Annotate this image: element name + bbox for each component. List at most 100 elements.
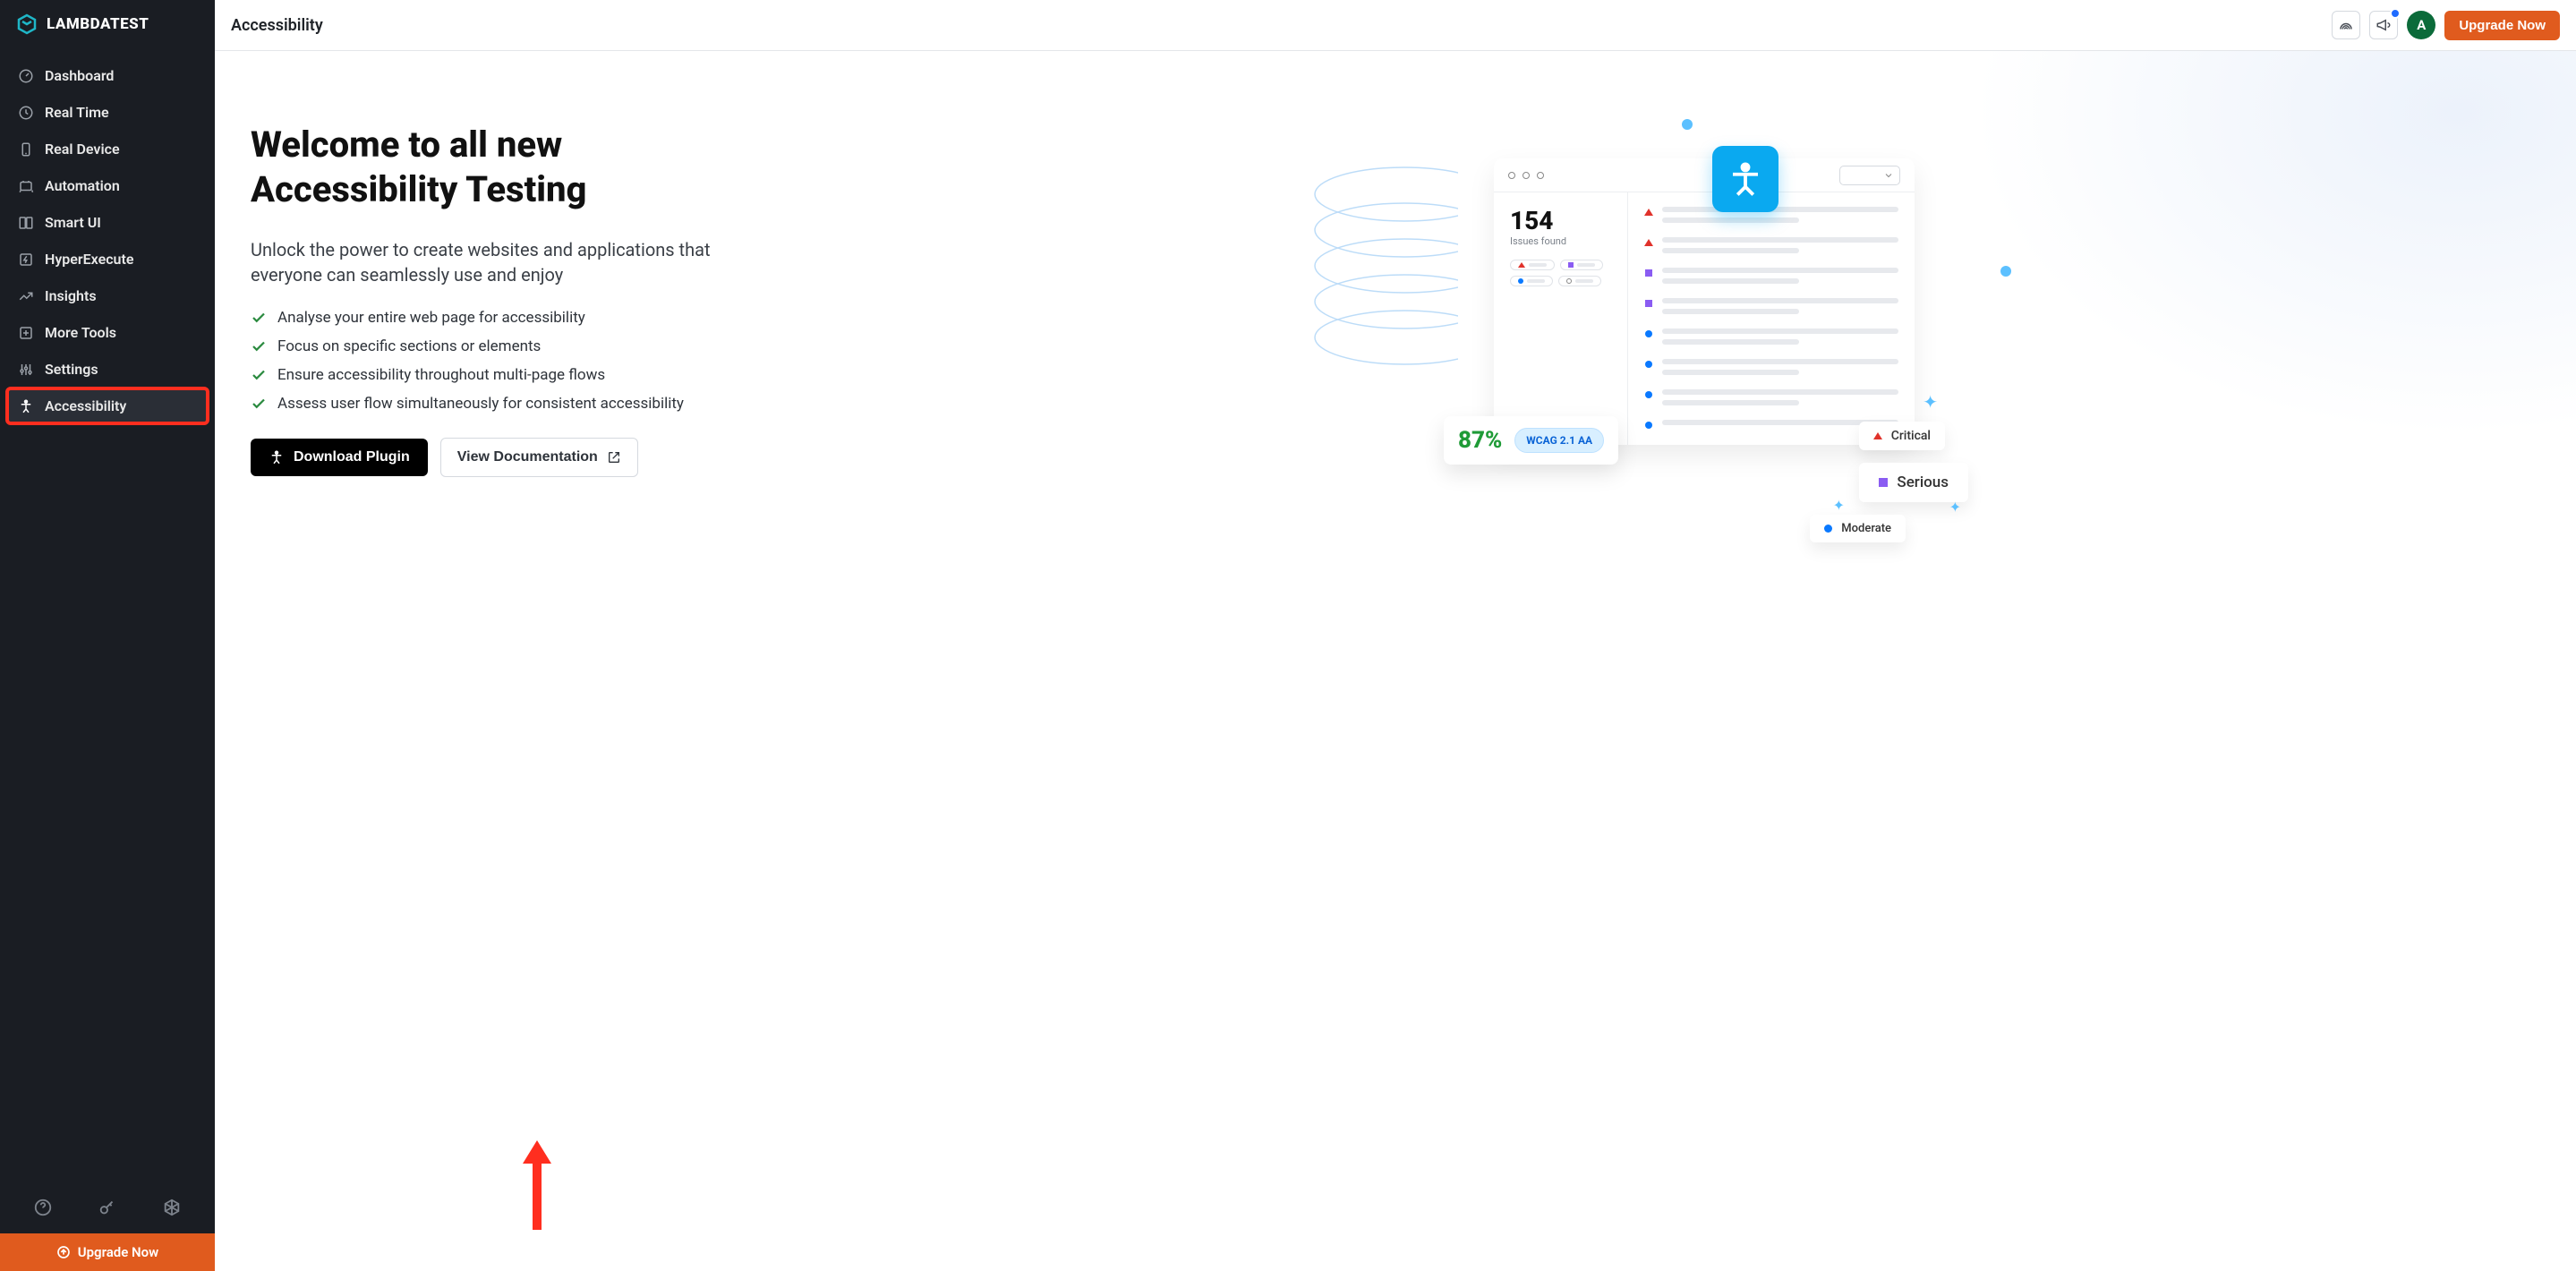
sidebar-footer-icons (0, 1181, 215, 1233)
sidebar-item-realtime[interactable]: Real Time (7, 95, 208, 130)
serious-marker-icon (1879, 478, 1888, 487)
feature-item: Focus on specific sections or elements (251, 337, 734, 355)
avatar[interactable]: A (2407, 11, 2435, 39)
wcag-badge: WCAG 2.1 AA (1514, 428, 1604, 453)
severity-label: Critical (1891, 429, 1931, 443)
feature-text: Ensure accessibility throughout multi-pa… (277, 366, 605, 384)
serious-marker-icon (1644, 269, 1653, 277)
moderate-marker-icon (1644, 422, 1653, 429)
sidebar-item-label: Real Device (45, 141, 120, 158)
secondary-cta-label: View Documentation (457, 449, 598, 465)
sidebar-item-insights[interactable]: Insights (7, 278, 208, 313)
external-link-icon (607, 450, 621, 465)
columns-icon (18, 215, 34, 231)
trend-icon (18, 288, 34, 304)
sidebar-item-label: Dashboard (45, 67, 114, 84)
feature-item: Analyse your entire web page for accessi… (251, 309, 734, 327)
sidebar: LAMBDATEST Dashboard Real Time Real Devi… (0, 0, 215, 1271)
sidebar-item-label: Smart UI (45, 214, 101, 231)
sidebar-item-dashboard[interactable]: Dashboard (7, 58, 208, 93)
preview-card-header (1494, 158, 1915, 192)
header-upgrade-button[interactable]: Upgrade Now (2444, 11, 2560, 40)
critical-marker-icon (1644, 239, 1653, 246)
topbar: Accessibility A Upgrade Now (215, 0, 2576, 51)
automation-icon (18, 178, 34, 194)
feature-text: Analyse your entire web page for accessi… (277, 309, 585, 327)
illustration-column: 154 Issues found 87% WCAG 2.1 AA (770, 51, 2576, 1271)
check-icon (251, 310, 267, 326)
hero-column: Welcome to all new Accessibility Testing… (215, 51, 770, 1271)
score-card: 87% WCAG 2.1 AA (1444, 416, 1618, 465)
announcements-button[interactable] (2369, 11, 2398, 39)
preview-issues-panel (1628, 192, 1915, 445)
sidebar-item-label: HyperExecute (45, 251, 133, 268)
severity-pill-moderate: Moderate (1810, 515, 1906, 542)
sidebar-item-smartui[interactable]: Smart UI (7, 205, 208, 240)
critical-marker-icon (1644, 209, 1653, 216)
feature-text: Assess user flow simultaneously for cons… (277, 395, 684, 413)
rainbow-icon (2338, 17, 2354, 33)
plus-square-icon (18, 325, 34, 341)
download-plugin-button[interactable]: Download Plugin (251, 439, 428, 476)
sidebar-upgrade-label: Upgrade Now (78, 1244, 158, 1260)
cta-row: Download Plugin View Documentation (251, 438, 734, 477)
check-icon (251, 367, 267, 383)
feature-text: Focus on specific sections or elements (277, 337, 541, 355)
key-icon[interactable] (98, 1198, 117, 1217)
sidebar-item-settings[interactable]: Settings (7, 352, 208, 387)
chevron-down-icon (1883, 170, 1894, 181)
feature-item: Ensure accessibility throughout multi-pa… (251, 366, 734, 384)
sidebar-nav: Dashboard Real Time Real Device Automati… (0, 51, 215, 1181)
bolt-icon (18, 252, 34, 268)
serious-marker-icon (1644, 300, 1653, 307)
moderate-marker-icon (1644, 391, 1653, 398)
help-icon[interactable] (33, 1198, 53, 1217)
preview-summary-panel: 154 Issues found 87% WCAG 2.1 AA (1494, 192, 1628, 445)
sidebar-upgrade-button[interactable]: Upgrade Now (0, 1233, 215, 1271)
dropdown-placeholder (1839, 166, 1900, 185)
hero-title: Welcome to all new Accessibility Testing (251, 123, 734, 212)
sidebar-item-hyperexecute[interactable]: HyperExecute (7, 242, 208, 277)
topbar-actions: A Upgrade Now (2332, 11, 2560, 40)
annotation-arrow-icon (519, 1140, 555, 1230)
header-upgrade-label: Upgrade Now (2459, 18, 2546, 33)
accessibility-badge-icon (1712, 146, 1778, 212)
main: Accessibility A Upgrade Now (215, 0, 2576, 1271)
sidebar-item-moretools[interactable]: More Tools (7, 315, 208, 350)
sidebar-item-label: Insights (45, 287, 97, 304)
content: Welcome to all new Accessibility Testing… (215, 51, 2576, 1271)
gauge-icon (18, 68, 34, 84)
clock-icon (18, 105, 34, 121)
sidebar-item-automation[interactable]: Automation (7, 168, 208, 203)
moderate-marker-icon (1644, 361, 1653, 368)
avatar-initial: A (2417, 17, 2426, 33)
primary-cta-label: Download Plugin (294, 449, 410, 465)
score-percent: 87% (1458, 427, 1502, 454)
brand[interactable]: LAMBDATEST (0, 0, 215, 51)
sidebar-item-label: Settings (45, 361, 98, 378)
window-controls-icon (1508, 172, 1544, 179)
sidebar-item-realdevice[interactable]: Real Device (7, 132, 208, 166)
decor-dot-icon (1682, 119, 1693, 130)
illustration: 154 Issues found 87% WCAG 2.1 AA (1395, 158, 1950, 445)
check-icon (251, 396, 267, 412)
accessibility-icon (18, 398, 34, 414)
sidebar-item-label: Accessibility (45, 397, 126, 414)
moderate-marker-icon (1644, 330, 1653, 337)
brand-name: LAMBDATEST (47, 15, 149, 33)
severity-chip-row (1510, 260, 1615, 286)
issues-label: Issues found (1510, 235, 1615, 247)
issues-count: 154 (1510, 209, 1615, 234)
theme-toggle-button[interactable] (2332, 11, 2360, 39)
severity-label: Moderate (1841, 522, 1891, 535)
megaphone-icon (2376, 17, 2392, 33)
moderate-marker-icon (1824, 525, 1832, 533)
preview-card: 154 Issues found 87% WCAG 2.1 AA (1494, 158, 1915, 445)
view-docs-button[interactable]: View Documentation (440, 438, 638, 477)
integrations-icon[interactable] (162, 1198, 182, 1217)
sidebar-item-label: More Tools (45, 324, 116, 341)
severity-pill-serious: Serious (1859, 463, 1968, 502)
brand-logo-icon (16, 13, 38, 35)
sidebar-item-label: Real Time (45, 104, 109, 121)
sidebar-item-accessibility[interactable]: Accessibility (7, 388, 208, 423)
